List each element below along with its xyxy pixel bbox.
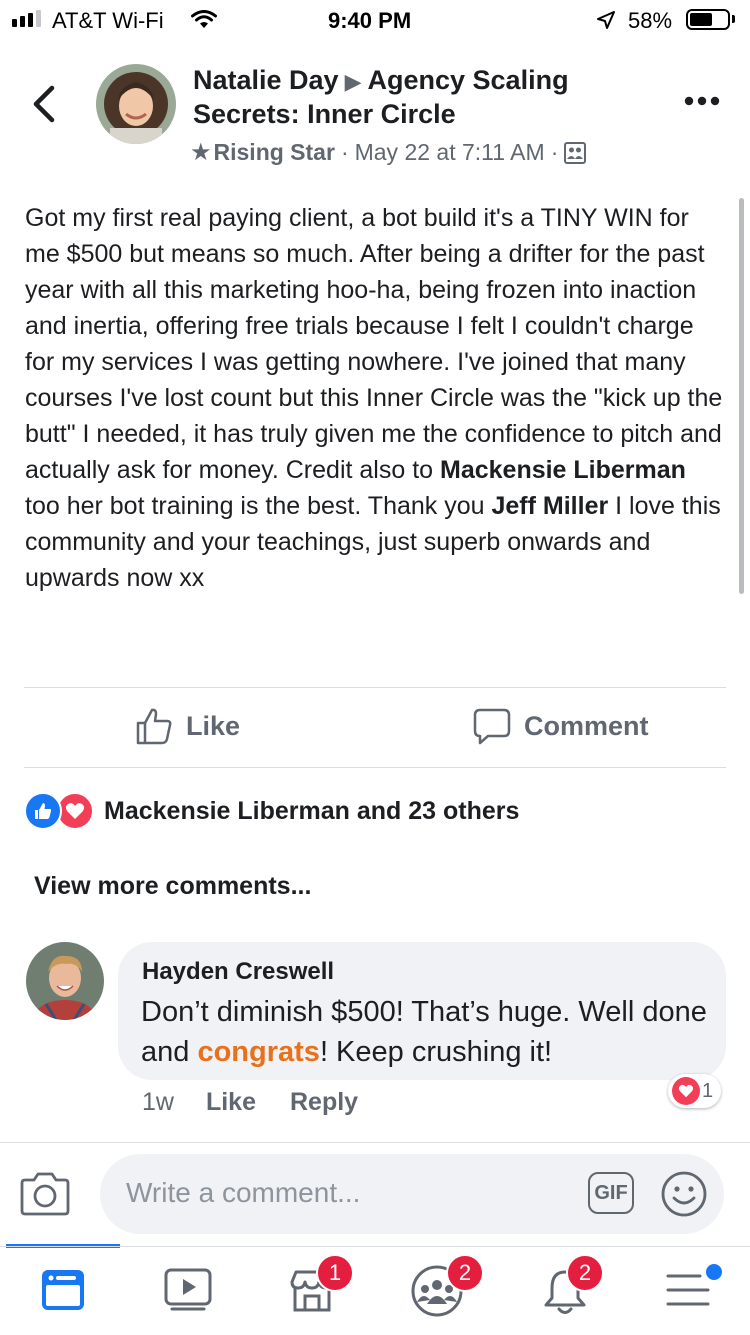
like-label: Like (186, 710, 241, 741)
marketplace-badge: 1 (316, 1254, 354, 1292)
clock: 9:40 PM (328, 8, 412, 33)
separator-dot-2: · (550, 139, 559, 165)
comment-label: Comment (524, 710, 649, 741)
comment-highlight: congrats (197, 1036, 320, 1068)
divider (24, 767, 726, 768)
gif-label: GIF (594, 1181, 628, 1204)
battery-icon (686, 9, 730, 30)
group-audience-icon (564, 141, 587, 164)
wifi-icon (191, 10, 217, 28)
location-arrow-icon (597, 11, 615, 29)
post-text-part: too her bot training is the best. Thank … (25, 492, 492, 520)
gif-button[interactable]: GIF (588, 1172, 634, 1214)
comment-text: Don’t diminish $500! That’s huge. Well d… (141, 992, 711, 1072)
menu-notification-dot (704, 1262, 724, 1282)
mention-jeff[interactable]: Jeff Miller (492, 492, 609, 520)
post-header-title[interactable]: Natalie Day ▶ Agency Scaling Secrets: Inne… (193, 64, 653, 131)
battery-percent: 58% (628, 8, 673, 33)
more-options-icon[interactable] (684, 96, 720, 106)
love-reaction-icon (672, 1077, 700, 1105)
separator-dot: · (340, 139, 349, 165)
author-avatar[interactable] (96, 64, 176, 144)
post-meta: ★ Rising Star · May 22 at 7:11 AM · (190, 138, 587, 167)
reactions-text: Mackensie Liberman and 23 others (104, 796, 520, 825)
comment-like-button[interactable]: Like (206, 1088, 256, 1117)
status-bar: AT&T Wi-Fi 9:40 PM 58% (0, 0, 750, 40)
back-icon[interactable] (30, 84, 58, 124)
commenter-avatar[interactable] (26, 942, 104, 1020)
author-badge: Rising Star (213, 139, 335, 165)
emoji-icon[interactable] (660, 1170, 708, 1218)
comment-reaction-count: 1 (702, 1079, 714, 1102)
mention-mackensie[interactable]: Mackensie Liberman (440, 456, 686, 484)
notifications-badge: 2 (566, 1254, 604, 1292)
bottom-tab-bar (0, 1246, 750, 1335)
badge-star-icon: ★ (190, 139, 212, 166)
comment-reply-button[interactable]: Reply (290, 1088, 358, 1117)
news-feed-icon[interactable] (40, 1268, 86, 1312)
triangle-right-icon: ▶ (344, 69, 362, 94)
comment-input-placeholder[interactable]: Write a comment... (126, 1177, 360, 1209)
scrollbar[interactable] (739, 198, 744, 594)
reactions-summary[interactable]: Mackensie Liberman and 23 others (24, 792, 519, 830)
signal-icon (12, 10, 41, 27)
comment-button[interactable]: Comment (472, 706, 649, 746)
comment-reaction-badge[interactable]: 1 (668, 1074, 722, 1108)
like-reaction-icon (24, 792, 62, 830)
groups-badge: 2 (446, 1254, 484, 1292)
camera-icon[interactable] (20, 1170, 70, 1216)
divider (0, 1142, 750, 1143)
comment-age: 1w (142, 1088, 174, 1116)
watch-video-icon[interactable] (164, 1268, 212, 1312)
battery-tip (732, 15, 735, 23)
divider (24, 687, 726, 688)
author-name[interactable]: Natalie Day (193, 65, 339, 95)
comment-meta: 1w Like Reply (142, 1088, 358, 1117)
post-body: Got my first real paying client, a bot b… (25, 200, 725, 596)
view-more-comments[interactable]: View more comments... (34, 872, 311, 901)
thumbs-up-icon (136, 708, 172, 745)
post-text-part: Got my first real paying client, a bot b… (25, 204, 723, 484)
like-button[interactable]: Like (134, 706, 240, 746)
commenter-name[interactable]: Hayden Creswell (142, 958, 334, 986)
comment-text-part: ! Keep crushing it! (319, 1036, 553, 1068)
carrier-label: AT&T Wi-Fi (52, 8, 164, 33)
post-date[interactable]: May 22 at 7:11 AM (355, 139, 545, 166)
comment-bubble-icon (473, 708, 511, 745)
